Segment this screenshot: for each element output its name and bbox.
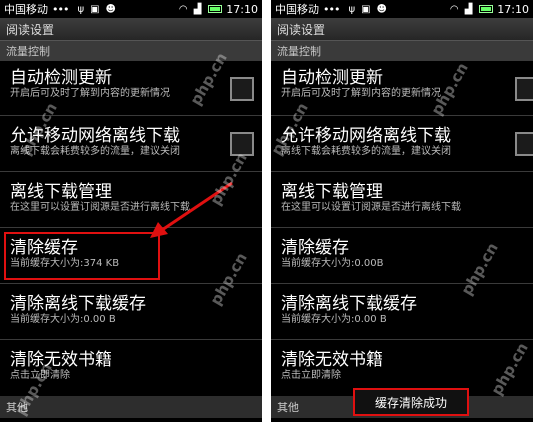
mobile-offline-download-checkbox[interactable]	[515, 132, 533, 156]
setting-subtitle: 在这里可以设置订阅源是否进行离线下载	[281, 202, 461, 213]
setting-subtitle: 当前缓存大小为:0.00 B	[281, 314, 387, 325]
android-icon: ☻	[376, 3, 387, 15]
status-bar: 中国移动 ••• ψ ▣ ☻ ◠ ▟ 17:10	[271, 0, 533, 18]
setting-title: 清除离线下载缓存	[281, 294, 417, 314]
setting-subtitle: 开启后可及时了解到内容的更新情况	[281, 88, 441, 99]
phone-screen-before: 中国移动 ••• ψ ▣ ☻ ◠ ▟ 17:10 阅读设置 流量控制 自动检测更…	[0, 0, 262, 422]
phone-screen-after: 中国移动 ••• ψ ▣ ☻ ◠ ▟ 17:10 阅读设置 流量控制 自动检测更…	[271, 0, 533, 422]
battery-icon	[479, 5, 494, 13]
page-title: 阅读设置	[271, 18, 533, 41]
notification-box-icon: ▣	[361, 3, 371, 15]
setting-title: 离线下载管理	[281, 182, 383, 202]
auto-update-checkbox[interactable]	[515, 77, 533, 101]
setting-title: 自动检测更新	[281, 68, 383, 88]
carrier-label: 中国移动	[275, 3, 319, 16]
setting-title: 清除无效书籍	[281, 350, 383, 370]
wifi-icon: ◠	[449, 3, 459, 15]
usb-icon: ψ	[348, 3, 356, 15]
clock: 17:10	[497, 2, 529, 16]
setting-offline-download-manage[interactable]: 离线下载管理 在这里可以设置订阅源是否进行离线下载	[271, 172, 533, 228]
setting-clear-offline-cache[interactable]: 清除离线下载缓存 当前缓存大小为:0.00 B	[271, 284, 533, 340]
signal-icon: ▟	[464, 3, 473, 15]
setting-mobile-offline-download[interactable]: 允许移动网络离线下载 离线下载会耗费较多的流量，建议关闭	[271, 116, 533, 172]
setting-subtitle: 离线下载会耗费较多的流量，建议关闭	[281, 146, 451, 157]
setting-title: 允许移动网络离线下载	[281, 126, 451, 146]
notification-dots: •••	[323, 2, 340, 16]
section-header-traffic: 流量控制	[271, 41, 533, 61]
toast-cache-cleared: 缓存清除成功	[353, 388, 469, 416]
